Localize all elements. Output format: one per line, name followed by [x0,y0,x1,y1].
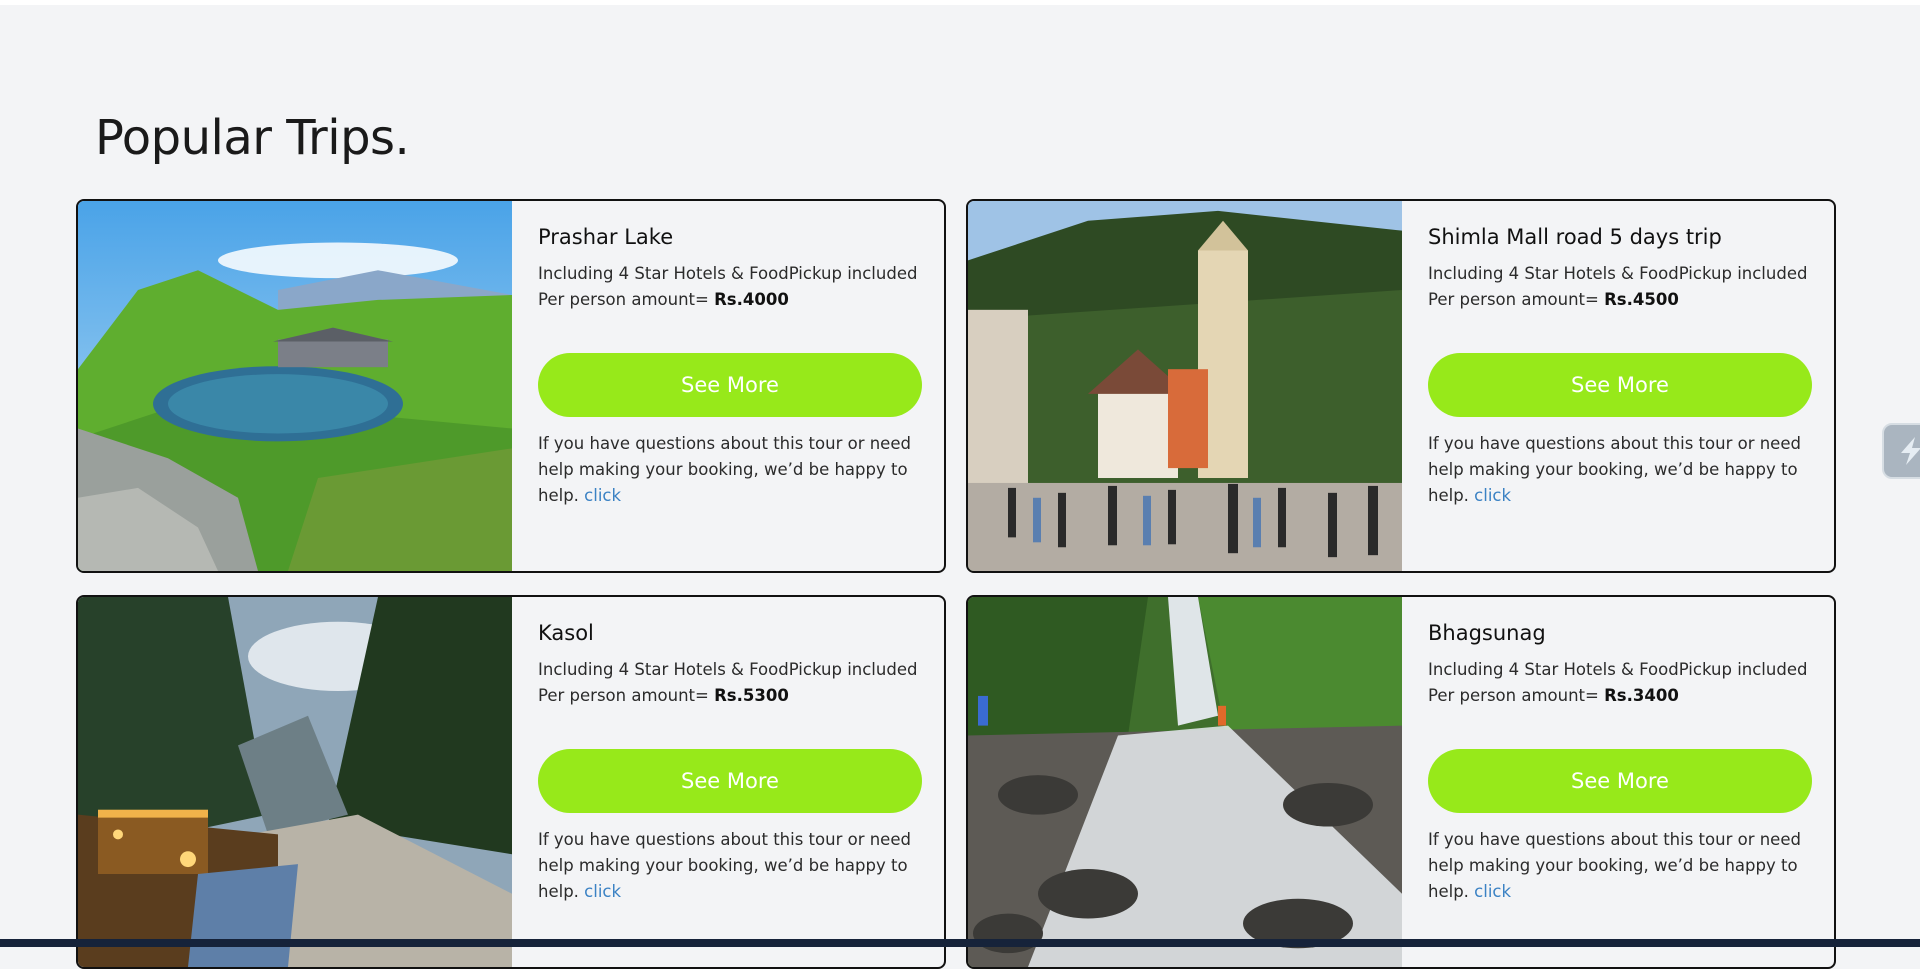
see-more-button[interactable]: See More [538,749,922,813]
trip-image-bhagsunag [968,597,1402,967]
trip-image-prashar-lake [78,201,512,571]
price-label: Per person amount= [538,686,709,705]
help-click-link[interactable]: click [1474,486,1511,505]
trip-card-body: Bhagsunag Including 4 Star Hotels & Food… [1402,597,1834,967]
help-text: If you have questions about this tour or… [1428,827,1828,905]
trip-card: Shimla Mall road 5 days trip Including 4… [966,199,1836,573]
trip-image-kasol [78,597,512,967]
help-text: If you have questions about this tour or… [538,827,938,905]
trip-price: Rs.4500 [1604,290,1679,309]
trip-card: Prashar Lake Including 4 Star Hotels & F… [76,199,946,573]
trip-card-body: Shimla Mall road 5 days trip Including 4… [1402,201,1834,571]
floating-widget-button[interactable] [1882,423,1920,479]
trip-card: Kasol Including 4 Star Hotels & FoodPick… [76,595,946,969]
bottom-bar [0,939,1920,947]
trip-title: Prashar Lake [538,225,674,249]
trip-card-body: Kasol Including 4 Star Hotels & FoodPick… [512,597,944,967]
lightning-bolt-icon [1901,437,1920,465]
trip-description: Including 4 Star Hotels & FoodPickup inc… [538,264,918,283]
trip-price-line: Per person amount= Rs.3400 [1428,683,1828,709]
trip-price-line: Per person amount= Rs.4500 [1428,287,1828,313]
top-strip [0,0,1920,5]
help-click-link[interactable]: click [1474,882,1511,901]
trip-price: Rs.3400 [1604,686,1679,705]
help-click-link[interactable]: click [584,882,621,901]
price-label: Per person amount= [1428,686,1599,705]
trip-card-body: Prashar Lake Including 4 Star Hotels & F… [512,201,944,571]
see-more-button[interactable]: See More [1428,353,1812,417]
trip-description: Including 4 Star Hotels & FoodPickup inc… [1428,264,1808,283]
help-click-link[interactable]: click [584,486,621,505]
see-more-button[interactable]: See More [1428,749,1812,813]
trip-title: Kasol [538,621,594,645]
see-more-button[interactable]: See More [538,353,922,417]
trip-description: Including 4 Star Hotels & FoodPickup inc… [538,660,918,679]
trip-price-line: Per person amount= Rs.4000 [538,287,938,313]
trip-price: Rs.5300 [714,686,789,705]
trip-image-shimla [968,201,1402,571]
price-label: Per person amount= [538,290,709,309]
trips-grid: Prashar Lake Including 4 Star Hotels & F… [76,199,1836,969]
section-title: Popular Trips. [95,110,410,166]
trip-card: Bhagsunag Including 4 Star Hotels & Food… [966,595,1836,969]
help-text: If you have questions about this tour or… [1428,431,1828,509]
trip-title: Bhagsunag [1428,621,1546,645]
help-text: If you have questions about this tour or… [538,431,938,509]
trip-description: Including 4 Star Hotels & FoodPickup inc… [1428,660,1808,679]
trip-price: Rs.4000 [714,290,789,309]
trip-price-line: Per person amount= Rs.5300 [538,683,938,709]
price-label: Per person amount= [1428,290,1599,309]
trip-title: Shimla Mall road 5 days trip [1428,225,1722,249]
